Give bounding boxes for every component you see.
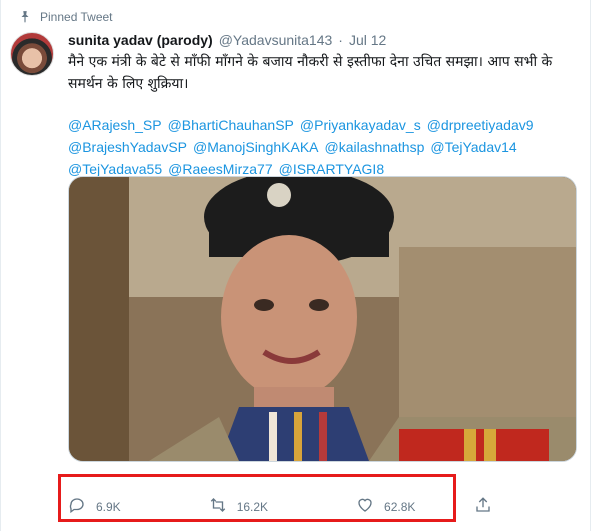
mention-link[interactable]: @TejYadava55 bbox=[68, 161, 162, 177]
mention-link[interactable]: @BrajeshYadavSP bbox=[68, 139, 187, 155]
mention-list: @ARajesh_SP @BhartiChauhanSP @Priyankayada… bbox=[68, 114, 583, 180]
author-handle[interactable]: @Yadavsunita143 bbox=[219, 32, 333, 48]
mention-link[interactable]: @TejYadav14 bbox=[430, 139, 516, 155]
heart-icon bbox=[356, 496, 374, 517]
retweet-icon bbox=[209, 496, 227, 517]
mention-link[interactable]: @kailashnathsp bbox=[325, 139, 425, 155]
tweet-text: मैने एक मंत्री के बेटे से माँफी माँगने क… bbox=[68, 54, 553, 92]
reply-count: 6.9K bbox=[96, 499, 121, 514]
like-count: 62.8K bbox=[384, 499, 416, 514]
share-icon bbox=[474, 497, 492, 518]
retweet-button[interactable]: 16.2K bbox=[209, 496, 268, 517]
tweet-photo[interactable] bbox=[68, 176, 577, 462]
share-button[interactable] bbox=[474, 496, 492, 519]
reply-icon bbox=[68, 496, 86, 517]
tweet-date[interactable]: Jul 12 bbox=[349, 32, 386, 48]
mention-link[interactable]: @ISRARTYAGI8 bbox=[279, 161, 385, 177]
mention-link[interactable]: @drpreetiyadav9 bbox=[427, 117, 534, 133]
timeline-border-right bbox=[590, 0, 591, 531]
pin-icon bbox=[18, 10, 32, 24]
retweet-count: 16.2K bbox=[236, 499, 269, 514]
mention-link[interactable]: @ManojSinghKAKA bbox=[193, 139, 319, 155]
pinned-label: Pinned Tweet bbox=[40, 10, 113, 24]
pinned-label-row: Pinned Tweet bbox=[18, 10, 113, 24]
tweet-header: sunita yadav (parody) @Yadavsunita143 · … bbox=[68, 32, 583, 48]
tweet-actions: 6.9K 16.2K 62.8K bbox=[68, 496, 498, 517]
tweet[interactable]: sunita yadav (parody) @Yadavsunita143 · … bbox=[68, 32, 583, 180]
mention-link[interactable]: @RaeesMirza77 bbox=[168, 161, 272, 177]
separator-dot: · bbox=[338, 32, 343, 48]
avatar[interactable] bbox=[10, 32, 54, 76]
author-name[interactable]: sunita yadav (parody) bbox=[68, 32, 213, 48]
like-button[interactable]: 62.8K bbox=[356, 496, 415, 517]
mention-link[interactable]: @Priyankayadav_s bbox=[300, 117, 421, 133]
reply-button[interactable]: 6.9K bbox=[68, 496, 121, 517]
timeline-border-left bbox=[0, 0, 1, 531]
mention-link[interactable]: @ARajesh_SP bbox=[68, 117, 162, 133]
mention-link[interactable]: @BhartiChauhanSP bbox=[168, 117, 294, 133]
